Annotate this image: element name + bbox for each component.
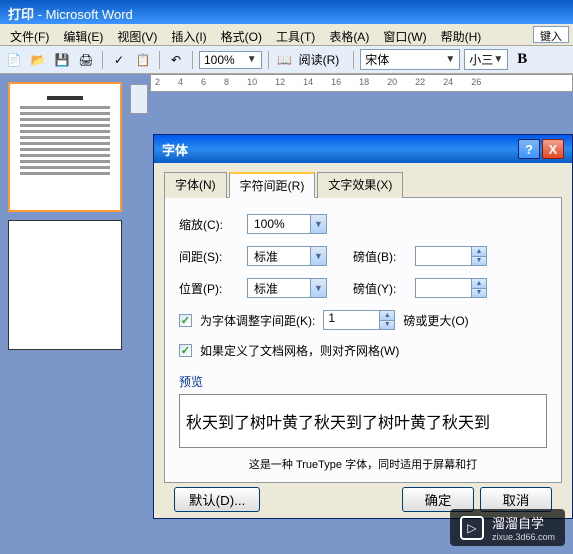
menu-window[interactable]: 窗口(W) (377, 26, 432, 43)
chevron-down-icon[interactable]: ▼ (310, 247, 326, 265)
font-size-selector[interactable]: 小三▼ (464, 49, 508, 70)
toolbar: 📄 📂 💾 🖨 ✓ 📋 ↶ 100%▼ 📖 阅读(R) 宋体▼ 小三▼ B (0, 46, 573, 74)
chevron-down-icon[interactable]: ▼ (310, 215, 326, 233)
preview-box: 秋天到了树叶黄了秋天到了树叶黄了秋天到 (179, 394, 547, 448)
kerning-label: 为字体调整字间距(K): (200, 312, 315, 329)
chevron-down-icon: ▼ (445, 54, 455, 65)
menu-table[interactable]: 表格(A) (323, 26, 375, 43)
tab-char-spacing[interactable]: 字符间距(R) (229, 172, 316, 198)
spellcheck-icon[interactable]: ✓ (109, 50, 129, 70)
position-label: 位置(P): (179, 280, 239, 297)
reading-icon[interactable]: 📖 (275, 50, 295, 70)
page-thumbnail-1[interactable] (8, 82, 122, 212)
menu-format[interactable]: 格式(O) (215, 26, 268, 43)
horizontal-ruler[interactable]: 2468101214161820222426 (150, 74, 573, 92)
chevron-down-icon: ▼ (493, 54, 503, 65)
menu-edit[interactable]: 编辑(E) (57, 26, 109, 43)
doc-title: 打印 (8, 7, 34, 22)
spacing-label: 间距(S): (179, 248, 239, 265)
menubar: 文件(F) 编辑(E) 视图(V) 插入(I) 格式(O) 工具(T) 表格(A… (0, 24, 573, 46)
spin-down-icon[interactable]: ▼ (472, 289, 486, 298)
watermark-url: zixue.3d66.com (492, 532, 555, 542)
scale-label: 缩放(C): (179, 216, 239, 233)
kerning-spinner[interactable]: 1 ▲▼ (323, 310, 395, 330)
default-button[interactable]: 默认(D)... (174, 487, 260, 512)
kerning-suffix: 磅或更大(O) (403, 312, 468, 329)
grid-checkbox[interactable]: ✓ (179, 344, 192, 357)
pound2-spinner[interactable]: ▲▼ (415, 278, 487, 298)
page-thumbnail-2[interactable] (8, 220, 122, 350)
scale-combo[interactable]: 100% ▼ (247, 214, 327, 234)
pound1-spinner[interactable]: ▲▼ (415, 246, 487, 266)
menu-help[interactable]: 帮助(H) (435, 26, 488, 43)
app-name: Microsoft Word (46, 7, 133, 22)
spin-down-icon[interactable]: ▼ (380, 321, 394, 330)
open-icon[interactable]: 📂 (28, 50, 48, 70)
spacing-combo[interactable]: 标准 ▼ (247, 246, 327, 266)
chevron-down-icon[interactable]: ▼ (310, 279, 326, 297)
print-icon[interactable]: 🖨 (76, 50, 96, 70)
new-doc-icon[interactable]: 📄 (4, 50, 24, 70)
pound2-label: 磅值(Y): (353, 280, 407, 297)
undo-icon[interactable]: ↶ (166, 50, 186, 70)
spin-up-icon[interactable]: ▲ (380, 311, 394, 321)
reading-label[interactable]: 阅读(R) (299, 51, 340, 68)
pound1-label: 磅值(B): (353, 248, 407, 265)
font-name-selector[interactable]: 宋体▼ (360, 49, 460, 70)
spin-up-icon[interactable]: ▲ (472, 279, 486, 289)
menu-tools[interactable]: 工具(T) (270, 26, 321, 43)
ruler-marks: 2468101214161820222426 (155, 77, 568, 87)
close-button[interactable]: X (542, 139, 564, 159)
menu-file[interactable]: 文件(F) (4, 26, 55, 43)
watermark: ▷ 溜溜自学 zixue.3d66.com (450, 509, 565, 546)
chevron-down-icon: ▼ (247, 54, 257, 65)
bold-button[interactable]: B (512, 50, 532, 70)
type-question-box[interactable]: 键入 (533, 26, 569, 43)
spin-up-icon[interactable]: ▲ (472, 247, 486, 257)
tab-text-effects[interactable]: 文字效果(X) (317, 172, 403, 198)
form-panel: 缩放(C): 100% ▼ 间距(S): 标准 ▼ 磅值(B): ▲▼ (164, 198, 562, 483)
preview-description: 这是一种 TrueType 字体，同时适用于屏幕和打 (179, 456, 547, 472)
dialog-tabs: 字体(N) 字符间距(R) 文字效果(X) (164, 171, 562, 198)
zoom-selector[interactable]: 100%▼ (199, 51, 262, 69)
font-dialog: 字体 ? X 字体(N) 字符间距(R) 文字效果(X) 缩放(C): 100%… (153, 134, 573, 519)
help-button[interactable]: ? (518, 139, 540, 159)
play-icon: ▷ (460, 516, 484, 540)
save-icon[interactable]: 💾 (52, 50, 72, 70)
menu-view[interactable]: 视图(V) (111, 26, 163, 43)
grid-label: 如果定义了文档网格，则对齐网格(W) (200, 342, 399, 359)
watermark-brand: 溜溜自学 (492, 513, 555, 532)
dialog-footer: 默认(D)... 确定 取消 (164, 483, 562, 512)
paste-icon[interactable]: 📋 (133, 50, 153, 70)
kerning-checkbox[interactable]: ✓ (179, 314, 192, 327)
position-combo[interactable]: 标准 ▼ (247, 278, 327, 298)
dialog-title: 字体 (162, 140, 516, 159)
app-titlebar: 打印 - Microsoft Word (0, 0, 573, 24)
menu-insert[interactable]: 插入(I) (165, 26, 212, 43)
vertical-ruler[interactable] (130, 84, 148, 114)
preview-label: 预览 (179, 373, 547, 390)
tab-font[interactable]: 字体(N) (164, 172, 227, 198)
thumbnail-panel (0, 74, 130, 554)
spin-down-icon[interactable]: ▼ (472, 257, 486, 266)
dialog-titlebar[interactable]: 字体 ? X (154, 135, 572, 163)
